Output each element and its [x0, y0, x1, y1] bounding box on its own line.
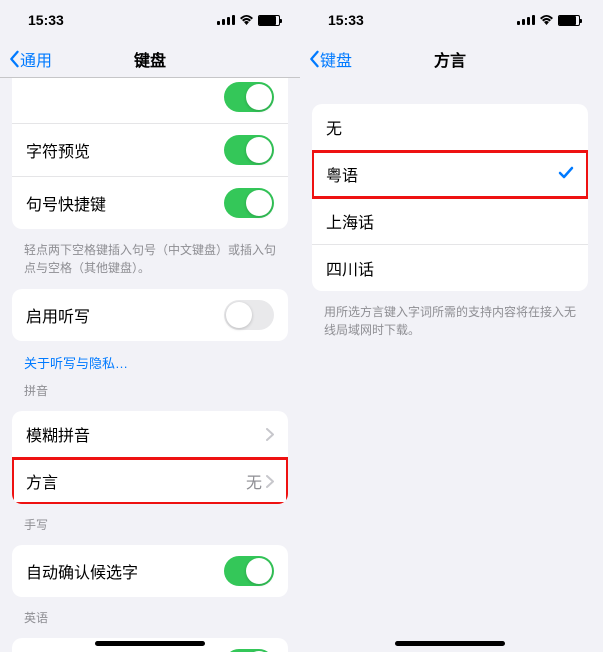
label: 四川话 — [326, 256, 374, 280]
toggle-char-preview[interactable] — [224, 135, 274, 165]
row-auto-confirm[interactable]: 自动确认候选字 — [12, 545, 288, 597]
label: 粤语 — [326, 162, 358, 186]
label: 自动确认候选字 — [26, 559, 138, 583]
home-indicator[interactable] — [95, 641, 205, 646]
value: 无 — [246, 469, 262, 493]
group-top: 字符预览 句号快捷键 — [12, 78, 288, 229]
privacy-link[interactable]: 关于听写与隐私… — [24, 353, 276, 372]
row-fuzzy-pinyin[interactable]: 模糊拼音 — [12, 411, 288, 458]
footer-period: 轻点两下空格键插入句号（中文键盘）或插入句点与空格（其他键盘）。 — [24, 241, 276, 277]
back-button[interactable]: 通用 — [8, 47, 52, 71]
group-dialect-options: 无 粤语 上海话 四川话 — [312, 104, 588, 291]
status-time: 15:33 — [28, 12, 64, 28]
option-shanghainese[interactable]: 上海话 — [312, 198, 588, 245]
option-cantonese[interactable]: 粤语 — [312, 151, 588, 198]
label: 字符预览 — [26, 138, 90, 162]
group-pinyin: 模糊拼音 方言 无 — [12, 411, 288, 504]
label: 上海话 — [326, 209, 374, 233]
back-label: 键盘 — [320, 47, 352, 71]
status-icons — [217, 12, 280, 28]
label: 句号快捷键 — [26, 191, 106, 215]
wifi-icon — [539, 12, 554, 28]
screen-keyboard-settings: 15:33 通用 键盘 字符预览 句号快捷键 轻点两下空格键插入句号（中文键 — [0, 0, 300, 652]
toggle-period-shortcut[interactable] — [224, 188, 274, 218]
page-title: 方言 — [434, 47, 466, 71]
home-indicator[interactable] — [395, 641, 505, 646]
option-sichuanese[interactable]: 四川话 — [312, 245, 588, 291]
wifi-icon — [239, 12, 254, 28]
footer-dialect: 用所选方言键入字词所需的支持内容将在接入无线局域网时下载。 — [324, 303, 576, 339]
toggle-auto-confirm[interactable] — [224, 556, 274, 586]
row-char-preview[interactable]: 字符预览 — [12, 124, 288, 177]
label: 方言 — [26, 469, 58, 493]
battery-icon — [558, 15, 580, 26]
page-title: 键盘 — [134, 47, 166, 71]
status-bar: 15:33 — [0, 0, 300, 40]
row-period-shortcut[interactable]: 句号快捷键 — [12, 177, 288, 229]
label: 无 — [326, 115, 342, 139]
toggle-dictation[interactable] — [224, 300, 274, 330]
status-icons — [517, 12, 580, 28]
row-partial[interactable] — [12, 78, 288, 124]
label: 启用听写 — [26, 303, 90, 327]
nav-bar: 键盘 方言 — [300, 40, 600, 78]
row-dictation[interactable]: 启用听写 — [12, 289, 288, 341]
label: 模糊拼音 — [26, 422, 90, 446]
nav-bar: 通用 键盘 — [0, 40, 300, 78]
status-bar: 15:33 — [300, 0, 600, 40]
row-dialect[interactable]: 方言 无 — [12, 458, 288, 504]
toggle-partial[interactable] — [224, 82, 274, 112]
header-english: 英语 — [24, 609, 276, 626]
back-label: 通用 — [20, 47, 52, 71]
header-pinyin: 拼音 — [24, 382, 276, 399]
back-button[interactable]: 键盘 — [308, 47, 352, 71]
option-none[interactable]: 无 — [312, 104, 588, 151]
cellular-icon — [517, 15, 535, 25]
checkmark-icon — [558, 164, 574, 185]
chevron-left-icon — [308, 50, 320, 68]
chevron-right-icon — [266, 475, 274, 488]
screen-dialect-select: 15:33 键盘 方言 无 粤语 上海话 四川话 用所选方言键入字词所需的 — [300, 0, 600, 652]
chevron-right-icon — [266, 428, 274, 441]
group-dictation: 启用听写 — [12, 289, 288, 341]
group-handwriting: 自动确认候选字 — [12, 545, 288, 597]
cellular-icon — [217, 15, 235, 25]
battery-icon — [258, 15, 280, 26]
header-handwriting: 手写 — [24, 516, 276, 533]
status-time: 15:33 — [328, 12, 364, 28]
chevron-left-icon — [8, 50, 20, 68]
